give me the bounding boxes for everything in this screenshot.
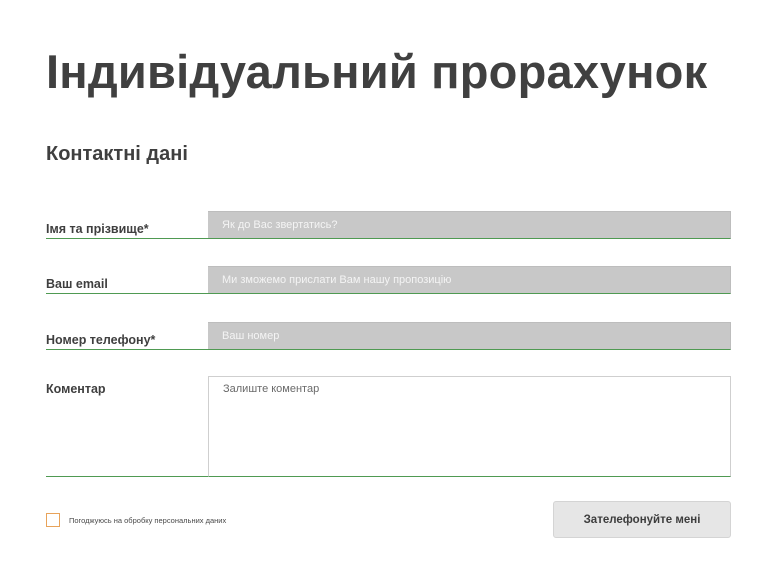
consent-label: Погоджуюсь на обробку персональних даних xyxy=(69,515,227,525)
phone-row: Номер телефону* xyxy=(46,322,731,350)
comment-textarea[interactable] xyxy=(208,376,731,477)
phone-label: Номер телефону* xyxy=(46,333,156,347)
name-label: Імя та прізвище* xyxy=(46,222,149,236)
comment-label-underline xyxy=(46,476,208,477)
email-input[interactable] xyxy=(208,266,731,294)
call-me-button[interactable]: Зателефонуйте мені xyxy=(553,501,731,538)
consent-row: Погоджуюсь на обробку персональних даних xyxy=(46,513,226,527)
consent-checkbox[interactable] xyxy=(46,513,60,527)
name-row: Імя та прізвище* xyxy=(46,211,731,239)
name-input[interactable] xyxy=(208,211,731,239)
section-title-contacts: Контактні дані xyxy=(46,143,188,165)
email-row: Ваш email xyxy=(46,266,731,294)
email-label-underline xyxy=(46,293,208,294)
comment-label: Коментар xyxy=(46,382,106,396)
page-title: Індивідуальний прорахунок xyxy=(46,45,708,98)
phone-input[interactable] xyxy=(208,322,731,350)
comment-row: Коментар xyxy=(46,376,731,477)
email-label: Ваш email xyxy=(46,277,108,291)
phone-label-underline xyxy=(46,349,208,350)
name-label-underline xyxy=(46,238,208,239)
